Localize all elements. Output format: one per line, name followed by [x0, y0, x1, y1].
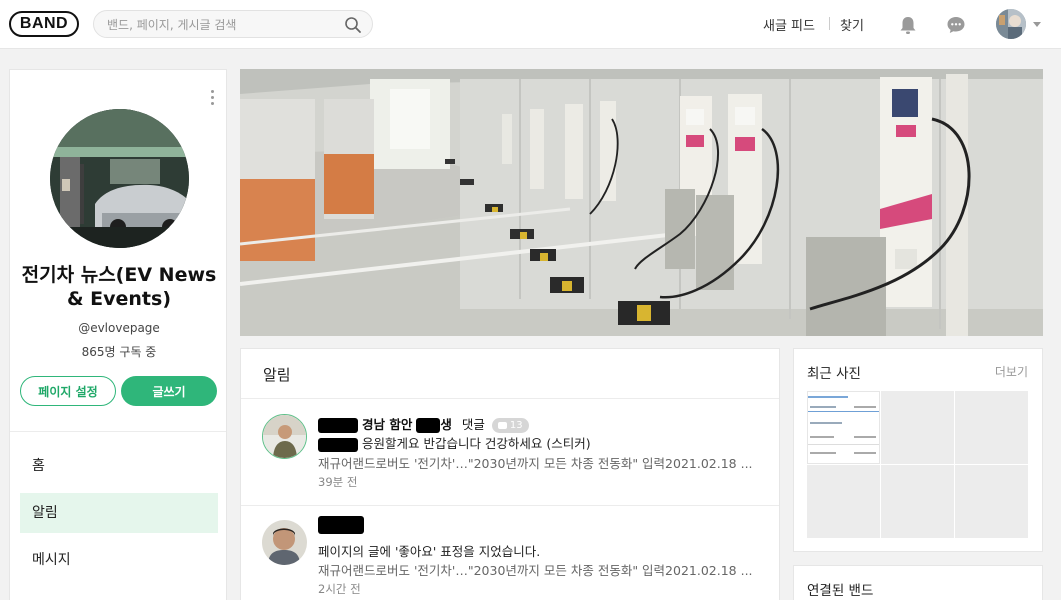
top-header: BAND 새글 피드 찾기 — [0, 0, 1061, 49]
avatar-photo — [263, 415, 306, 458]
page-settings-button[interactable]: 페이지 설정 — [20, 376, 116, 406]
new-feed-link[interactable]: 새글 피드 — [763, 15, 815, 34]
redacted-name — [318, 516, 364, 534]
photo-grid — [807, 391, 1029, 538]
photo-thumbnail[interactable] — [881, 465, 954, 538]
photo-thumbnail[interactable] — [955, 465, 1028, 538]
photo-thumbnail[interactable] — [807, 465, 880, 538]
recent-photos-panel: 최근 사진 더보기 — [793, 348, 1043, 552]
user-avatar-photo — [996, 9, 1026, 39]
photo-thumbnail[interactable] — [955, 391, 1028, 464]
more-options-icon[interactable] — [207, 90, 217, 108]
notification-action: 댓글 — [461, 417, 485, 432]
notification-headline: 경남 함안 생 댓글 13 — [318, 414, 529, 433]
notifications-title: 알림 — [263, 366, 291, 384]
notification-time: 2시간 전 — [318, 582, 361, 596]
avatar-photo — [262, 520, 307, 565]
band-logo[interactable]: BAND — [9, 11, 79, 37]
find-link[interactable]: 찾기 — [840, 15, 864, 34]
page-name: 전기차 뉴스(EV News & Events) — [21, 264, 217, 310]
account-dropdown-caret[interactable] — [1033, 22, 1041, 27]
photo-thumbnail[interactable] — [881, 391, 954, 464]
linked-bands-title: 연결된 밴드 — [807, 583, 874, 599]
recent-photos-title: 최근 사진 — [807, 366, 861, 382]
search-input[interactable] — [107, 15, 337, 35]
notification-message: 페이지의 글에 '좋아요' 표정을 지었습니다. — [318, 544, 541, 559]
nav-divider — [829, 17, 830, 30]
menu-item-notifications[interactable]: 알림 — [20, 493, 218, 533]
redacted-name — [416, 418, 441, 433]
avatar[interactable] — [262, 520, 307, 565]
subscriber-count: 865명 구독 중 — [81, 345, 157, 359]
profile-divider — [10, 431, 226, 432]
write-post-button[interactable]: 글쓰기 — [121, 376, 217, 406]
linked-bands-panel: 연결된 밴드 — [793, 565, 1043, 600]
page-handle: @evlovepage — [78, 321, 160, 335]
page-profile-card: 전기차 뉴스(EV News & Events) @evlovepage 865… — [9, 69, 227, 600]
notification-time: 39분 전 — [318, 475, 358, 489]
notifications-panel: 알림 경남 함안 생 댓글 13 응원할게요 반갑습니다 건강하세요 (스티커) — [240, 348, 780, 600]
commenter-name-suffix: 생 — [440, 417, 452, 432]
redacted-name — [318, 437, 358, 452]
notification-divider — [241, 505, 779, 506]
photo-thumbnail[interactable] — [807, 391, 880, 464]
bell-icon[interactable] — [897, 14, 919, 36]
page-cover-image — [240, 69, 1043, 336]
page-profile-image[interactable] — [50, 109, 189, 248]
comment-count-badge: 13 — [491, 418, 529, 433]
notifications-divider — [241, 398, 779, 399]
commenter-name: 경남 함안 — [361, 417, 413, 432]
recent-photos-more-link[interactable]: 더보기 — [995, 363, 1028, 380]
ev-charging-photo — [50, 109, 189, 248]
menu-item-home[interactable]: 홈 — [20, 446, 218, 486]
notification-headline — [318, 516, 364, 534]
notification-post-excerpt[interactable]: 재규어랜드로버도 '전기차'…"2030년까지 모든 차종 전동화" 입력202… — [318, 560, 758, 579]
search-icon[interactable] — [344, 16, 362, 34]
redacted-name — [318, 418, 358, 433]
user-avatar[interactable] — [996, 9, 1026, 39]
document-thumbnail — [808, 392, 879, 463]
comment-bubble-icon — [497, 422, 507, 429]
avatar[interactable] — [262, 414, 307, 459]
notification-post-excerpt[interactable]: 재규어랜드로버도 '전기차'…"2030년까지 모든 차종 전동화" 입력202… — [318, 453, 758, 472]
parking-garage-chargers-photo — [240, 69, 1043, 336]
menu-item-messages[interactable]: 메시지 — [20, 540, 218, 580]
notification-message: 응원할게요 반갑습니다 건강하세요 (스티커) — [318, 433, 591, 452]
search-bar[interactable] — [93, 10, 373, 38]
chat-icon[interactable] — [945, 14, 967, 36]
